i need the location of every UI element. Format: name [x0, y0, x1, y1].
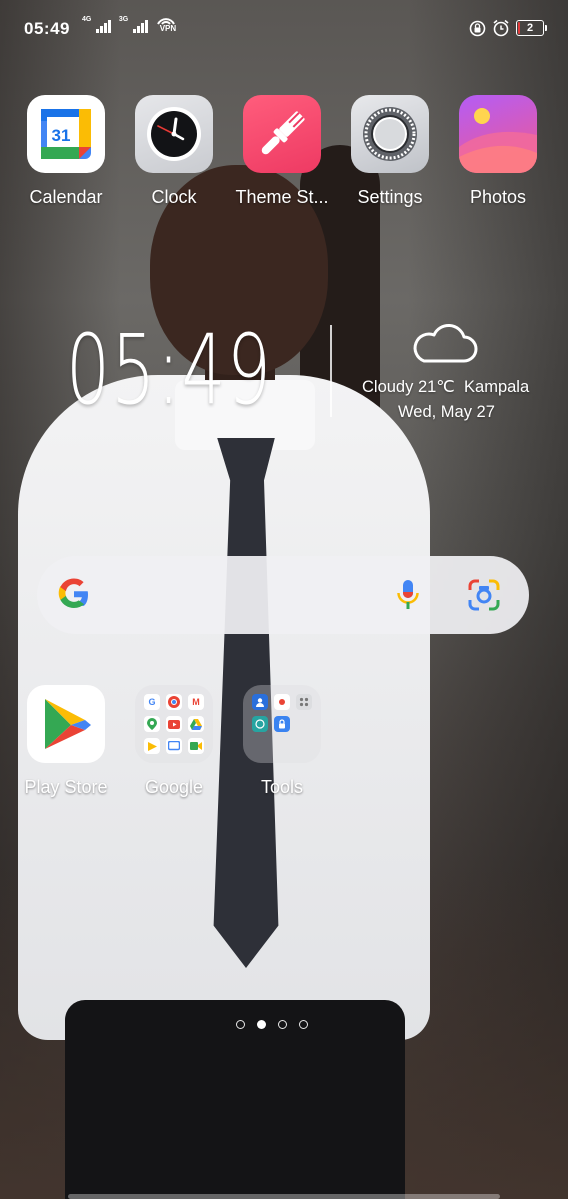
- play-store-icon: [27, 685, 105, 763]
- alarm-icon: [493, 19, 509, 37]
- contacts-mini-icon: [252, 694, 268, 710]
- play-triangle-icon: [45, 699, 91, 749]
- recorder-mini-icon: [274, 694, 290, 710]
- wallpaper-person-pants: [65, 1000, 405, 1199]
- app-label: Google: [144, 777, 204, 797]
- page-indicator[interactable]: [236, 1020, 308, 1029]
- youtube-mini-icon: [166, 716, 182, 732]
- paintbrush-icon: [261, 111, 305, 155]
- theme-store-icon: [243, 95, 321, 173]
- maps-mini-icon: [144, 716, 160, 732]
- vpn-indicator: VPN: [156, 16, 176, 33]
- folder-icon: [243, 685, 321, 763]
- status-network-icons: 4G 3G VPN: [82, 16, 176, 33]
- widget-date: Wed, May 27: [398, 403, 495, 421]
- compass-mini-icon: [252, 716, 268, 732]
- signal-icon-1: [96, 20, 111, 33]
- gmail-mini-icon: M: [188, 694, 204, 710]
- battery-icon: 2: [516, 20, 547, 36]
- app-label: Tools: [260, 777, 304, 797]
- page-dot-current[interactable]: [257, 1020, 266, 1029]
- page-dot[interactable]: [278, 1020, 287, 1029]
- settings-gear-icon: [351, 95, 429, 173]
- app-settings[interactable]: Settings: [340, 95, 440, 208]
- page-dot[interactable]: [236, 1020, 245, 1029]
- weather-condition: Cloudy 21℃: [362, 378, 455, 396]
- cloudy-night-icon: [413, 315, 478, 363]
- app-theme-store[interactable]: Theme St...: [232, 95, 332, 208]
- app-play-store[interactable]: Play Store: [16, 685, 116, 798]
- status-system-icons: 2: [469, 19, 547, 37]
- network-label-2: 3G: [118, 16, 129, 23]
- weather-city: Kampala: [464, 378, 530, 396]
- app-label: Calendar: [29, 187, 103, 207]
- page-dot[interactable]: [299, 1020, 308, 1029]
- status-time: 05:49: [24, 19, 70, 38]
- tv-mini-icon: [166, 738, 182, 754]
- app-label: Settings: [357, 187, 423, 207]
- play-movies-mini-icon: [144, 738, 160, 754]
- signal-icon-2: [133, 20, 148, 33]
- google-mini-icon: G: [144, 694, 160, 710]
- google-search-bar[interactable]: [37, 556, 529, 634]
- app-label: Theme St...: [235, 187, 329, 207]
- widget-divider: [330, 325, 332, 417]
- lock-mini-icon: [274, 716, 290, 732]
- app-clock[interactable]: Clock: [124, 95, 224, 208]
- folder-icon: G M: [135, 685, 213, 763]
- weather-summary: Cloudy 21℃ Kampala: [362, 377, 529, 397]
- google-g-icon: [58, 578, 88, 608]
- network-label-1: 4G: [82, 16, 92, 23]
- app-label: Play Store: [24, 777, 108, 797]
- gesture-bar[interactable]: [68, 1194, 500, 1199]
- meet-mini-icon: [188, 738, 204, 754]
- rotation-lock-icon: [469, 20, 486, 36]
- clock-face: [147, 107, 201, 161]
- battery-level: 2: [526, 22, 534, 34]
- clock-weather-widget[interactable]: 05:49 Cloudy 21℃ Kampala Wed, May 27: [60, 315, 540, 435]
- calendar-day: 31: [51, 126, 71, 145]
- app-label: Clock: [151, 187, 197, 207]
- folder-google[interactable]: G M Google: [124, 685, 224, 798]
- vpn-label: VPN: [159, 24, 177, 33]
- drive-mini-icon: [188, 716, 204, 732]
- status-bar: 05:49 4G 3G VPN 2: [0, 0, 568, 58]
- chrome-mini-icon: [166, 694, 182, 710]
- folder-preview-grid: G M: [144, 694, 204, 754]
- folder-tools[interactable]: Tools: [232, 685, 332, 798]
- app-calendar[interactable]: 31 Calendar: [16, 95, 116, 208]
- photos-icon: [459, 95, 537, 173]
- clock-icon: [135, 95, 213, 173]
- photos-glyph: [459, 108, 537, 173]
- battery-level-fill: [518, 22, 520, 34]
- microphone-icon[interactable]: [395, 578, 421, 612]
- app-photos[interactable]: Photos: [448, 95, 548, 208]
- app-label: Photos: [469, 187, 527, 207]
- apps-grid-mini-icon: [296, 694, 312, 710]
- widget-time: 05:49: [66, 314, 273, 426]
- google-lens-icon[interactable]: [467, 578, 501, 612]
- calendar-icon: 31: [27, 95, 105, 173]
- gear-icon: [363, 107, 417, 161]
- folder-preview-grid: [252, 694, 312, 732]
